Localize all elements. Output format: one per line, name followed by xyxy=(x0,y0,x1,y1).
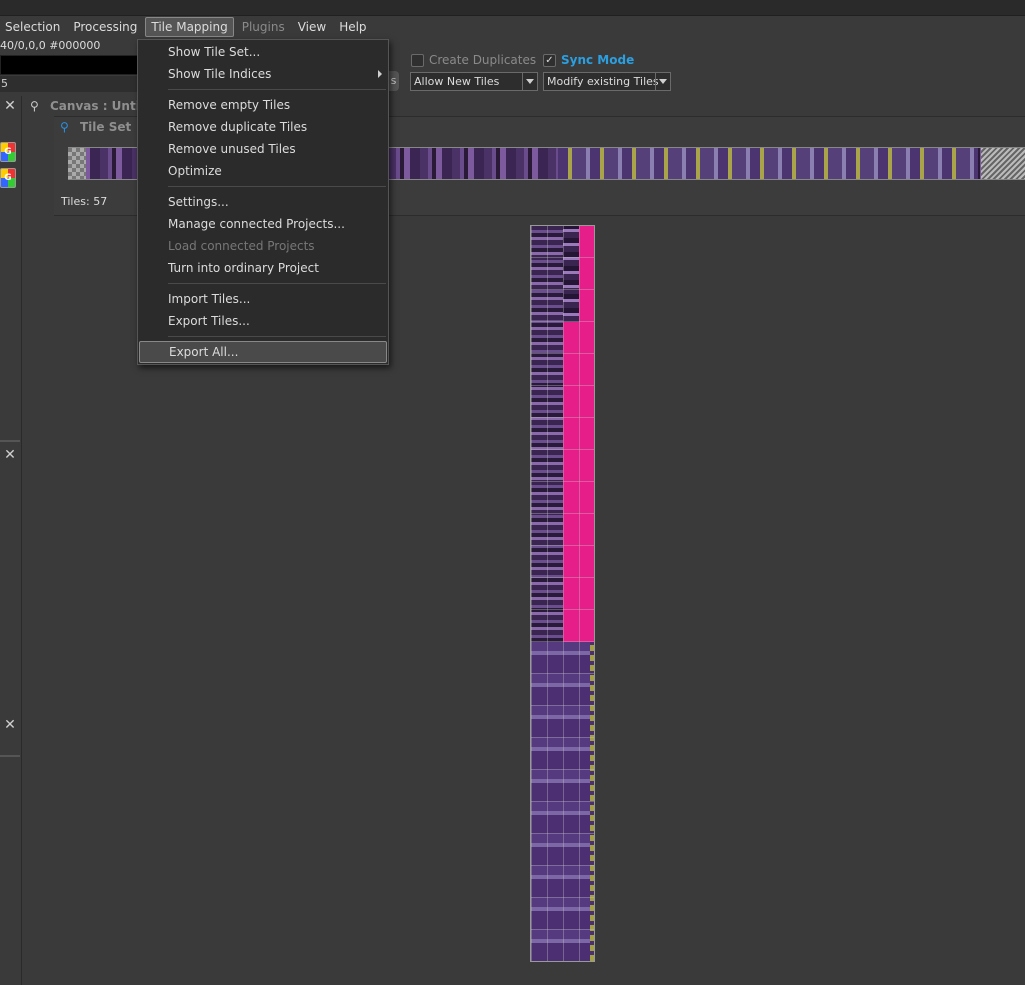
menu-separator xyxy=(168,186,386,187)
menu-plugins[interactable]: Plugins xyxy=(237,17,290,37)
pin-icon[interactable]: ⚲ xyxy=(30,99,44,113)
menu-selection[interactable]: Selection xyxy=(0,17,65,37)
checkbox-box xyxy=(411,53,424,67)
modify-tiles-value: Modify existing Tiles xyxy=(547,75,659,88)
cursor-coordinates: 40/0,0,0 #000000 xyxy=(0,39,101,52)
transparent-tile xyxy=(68,148,86,179)
pane-divider-2 xyxy=(0,755,20,757)
tile-count: Tiles: 57 xyxy=(61,195,108,208)
menu-item-manage-connected-projects[interactable]: Manage connected Projects... xyxy=(138,213,388,235)
menu-item-export-tiles[interactable]: Export Tiles... xyxy=(138,310,388,332)
color-picker-icon[interactable]: G xyxy=(0,142,16,162)
status-number: 5 xyxy=(0,76,138,92)
tool-option-button-partial[interactable]: s xyxy=(388,71,399,91)
check-icon: ✓ xyxy=(543,53,556,67)
sync-mode-label: Sync Mode xyxy=(561,53,635,67)
menu-item-show-tile-indices[interactable]: Show Tile Indices xyxy=(138,63,388,85)
new-tiles-value: Allow New Tiles xyxy=(414,75,500,88)
sync-mode-checkbox[interactable]: ✓ Sync Mode xyxy=(543,53,634,67)
menu-item-remove-duplicate-tiles[interactable]: Remove duplicate Tiles xyxy=(138,116,388,138)
menu-item-settings[interactable]: Settings... xyxy=(138,191,388,213)
modify-tiles-dropdown[interactable]: Modify existing Tiles xyxy=(543,72,671,91)
empty-tile-slot xyxy=(981,148,1025,179)
menu-item-remove-unused-tiles[interactable]: Remove unused Tiles xyxy=(138,138,388,160)
menu-separator xyxy=(168,283,386,284)
current-color-swatch[interactable] xyxy=(0,55,138,75)
close-icon[interactable]: ✕ xyxy=(2,98,18,114)
tile-grid xyxy=(531,226,594,961)
menu-item-optimize[interactable]: Optimize xyxy=(138,160,388,182)
color-picker-icon-2[interactable]: G xyxy=(0,168,16,188)
menubar: Selection Processing Tile Mapping Plugins Vi… xyxy=(0,16,1025,38)
tileset-title: Tile Set xyxy=(80,120,132,134)
menu-processing[interactable]: Processing xyxy=(68,17,142,37)
create-duplicates-label: Create Duplicates xyxy=(429,53,537,67)
tileset-tiles-green xyxy=(558,148,978,179)
window-titlebar xyxy=(0,0,1025,16)
tile-map-canvas[interactable] xyxy=(530,225,595,962)
menu-view[interactable]: View xyxy=(293,17,331,37)
menu-item-turn-into-ordinary-project[interactable]: Turn into ordinary Project xyxy=(138,257,388,279)
menu-item-show-tile-set[interactable]: Show Tile Set... xyxy=(138,41,388,63)
menu-item-remove-empty-tiles[interactable]: Remove empty Tiles xyxy=(138,94,388,116)
menu-help[interactable]: Help xyxy=(334,17,371,37)
close-icon-3[interactable]: ✕ xyxy=(2,717,18,733)
close-icon-2[interactable]: ✕ xyxy=(2,447,18,463)
pin-icon-blue[interactable]: ⚲ xyxy=(60,120,74,134)
chevron-down-icon xyxy=(655,73,670,90)
pane-divider xyxy=(0,440,20,442)
menu-item-load-connected-projects: Load connected Projects xyxy=(168,239,315,253)
menu-item-export-all[interactable]: Export All... xyxy=(139,341,387,363)
left-dock-strip: ✕ G G ✕ ✕ xyxy=(0,96,22,985)
tile-mapping-menu: Show Tile Set... Show Tile Indices Remove … xyxy=(137,39,389,365)
new-tiles-dropdown[interactable]: Allow New Tiles xyxy=(410,72,538,91)
canvas-title: Canvas : Untitl xyxy=(50,99,150,113)
menu-item-import-tiles[interactable]: Import Tiles... xyxy=(138,288,388,310)
menu-separator xyxy=(168,336,386,337)
create-duplicates-checkbox[interactable]: Create Duplicates xyxy=(411,53,536,67)
menu-tile-mapping[interactable]: Tile Mapping xyxy=(145,17,234,37)
menu-separator xyxy=(168,89,386,90)
chevron-down-icon xyxy=(522,73,537,90)
